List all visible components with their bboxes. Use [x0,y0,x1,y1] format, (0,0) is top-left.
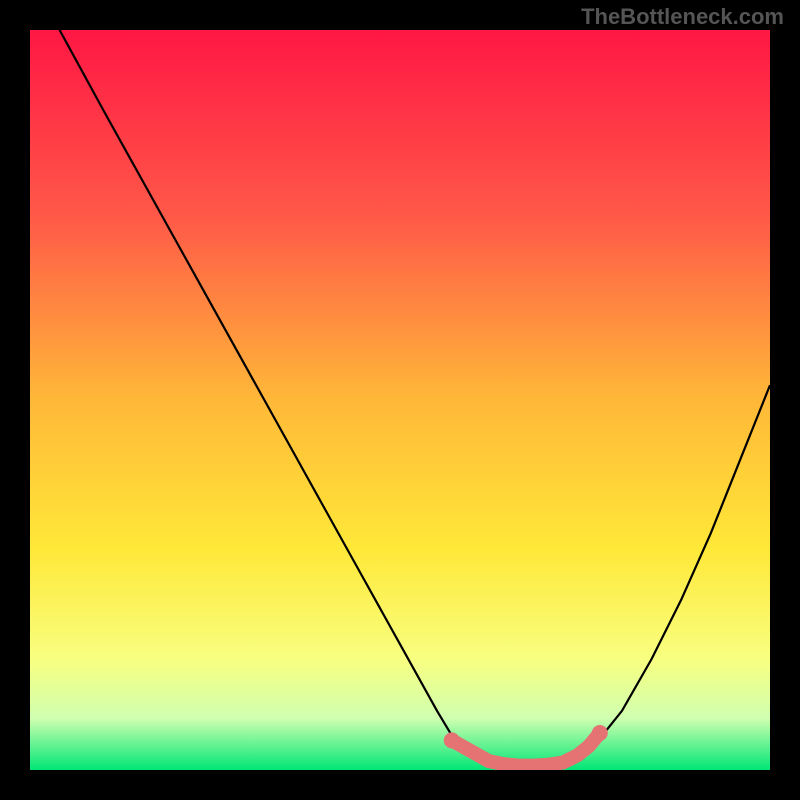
attribution-text: TheBottleneck.com [581,4,784,30]
bottleneck-chart [30,30,770,770]
chart-background [30,30,770,770]
